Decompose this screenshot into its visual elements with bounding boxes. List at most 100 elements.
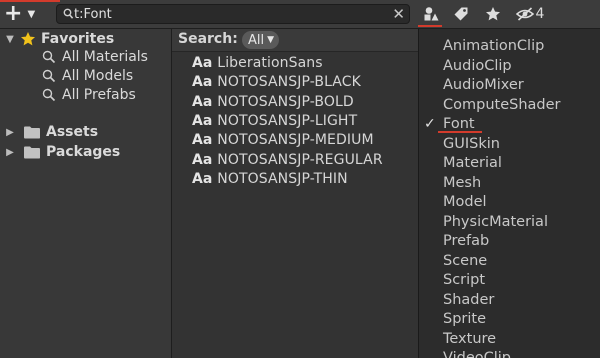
font-asset-name: NOTOSANSJP-THIN: [217, 170, 348, 187]
hidden-packages-count: 4: [535, 6, 545, 22]
expand-arrow-right-icon[interactable]: ▶: [4, 147, 16, 158]
search-by-label-button[interactable]: [448, 2, 474, 26]
type-option-label: GUISkin: [443, 136, 500, 152]
type-option-sprite[interactable]: Sprite: [419, 310, 600, 329]
font-asset-icon: Aa: [192, 151, 213, 168]
expand-arrow-right-icon[interactable]: ▶: [4, 127, 16, 138]
font-asset-item[interactable]: Aa LiberationSans: [192, 53, 323, 72]
favorite-item-label: All Materials: [62, 49, 148, 65]
plus-icon: +: [4, 1, 23, 26]
search-field[interactable]: ✕: [56, 4, 410, 24]
type-option-model[interactable]: Model: [419, 193, 600, 212]
type-option-audiomixer[interactable]: AudioMixer: [419, 76, 600, 95]
font-asset-name: NOTOSANSJP-LIGHT: [217, 112, 358, 129]
type-option-texture[interactable]: Texture: [419, 330, 600, 349]
font-asset-icon: Aa: [192, 170, 213, 187]
tag-icon: [454, 7, 468, 21]
font-asset-icon: Aa: [192, 73, 213, 90]
tree-item-label: Packages: [46, 144, 121, 160]
checkmark-icon: ✓: [424, 116, 436, 132]
font-asset-icon: Aa: [192, 112, 213, 129]
search-scope-bar: Search: All ▼: [172, 29, 418, 52]
type-option-label: AudioClip: [443, 58, 512, 74]
type-option-guiskin[interactable]: GUISkin: [419, 135, 600, 154]
font-asset-item[interactable]: Aa NOTOSANSJP-THIN: [192, 169, 348, 188]
folder-icon: [24, 146, 40, 158]
font-asset-icon: Aa: [192, 131, 213, 148]
favorite-item-label: All Models: [62, 68, 134, 84]
search-scope-dropdown[interactable]: All ▼: [242, 31, 280, 49]
search-scope-label: Search:: [178, 31, 238, 47]
folder-icon: [24, 126, 40, 138]
font-asset-name: LiberationSans: [217, 54, 323, 71]
font-asset-icon: Aa: [192, 93, 213, 110]
tree-item-favorites[interactable]: ▼ Favorites: [0, 29, 172, 49]
font-asset-item[interactable]: Aa NOTOSANSJP-LIGHT: [192, 111, 357, 130]
search-icon: [63, 8, 74, 19]
toolbar: + ▼ ✕ 4: [0, 0, 600, 29]
tree-item-assets[interactable]: ▶ Assets: [0, 122, 172, 142]
font-asset-item[interactable]: Aa NOTOSANSJP-BLACK: [192, 72, 361, 91]
font-asset-name: NOTOSANSJP-REGULAR: [217, 151, 383, 168]
font-asset-item[interactable]: Aa NOTOSANSJP-REGULAR: [192, 150, 383, 169]
type-option-computeshader[interactable]: ComputeShader: [419, 96, 600, 115]
font-asset-item[interactable]: Aa NOTOSANSJP-MEDIUM: [192, 130, 374, 149]
type-option-label: Sprite: [443, 311, 487, 327]
type-option-label: Script: [443, 272, 486, 288]
type-option-videoclip[interactable]: VideoClip: [419, 349, 600, 358]
type-option-mesh[interactable]: Mesh: [419, 174, 600, 193]
type-option-scene[interactable]: Scene: [419, 252, 600, 271]
favorite-item-all-prefabs[interactable]: All Prefabs: [0, 85, 172, 105]
search-by-type-button[interactable]: [418, 2, 444, 26]
type-option-label: Model: [443, 194, 487, 210]
eye-crossed-icon: [515, 7, 534, 21]
search-icon: [42, 69, 56, 83]
chevron-down-icon: ▼: [267, 35, 275, 45]
favorite-item-all-materials[interactable]: All Materials: [0, 47, 172, 67]
hidden-packages-toggle[interactable]: 4: [512, 2, 548, 26]
type-option-material[interactable]: Material: [419, 154, 600, 173]
font-asset-icon: Aa: [192, 54, 213, 71]
type-option-shader[interactable]: Shader: [419, 291, 600, 310]
type-option-label: AudioMixer: [443, 77, 524, 93]
type-option-label: AnimationClip: [443, 38, 545, 54]
search-scope-value: All: [248, 32, 265, 48]
type-filter-highlight: [418, 25, 442, 27]
selected-type-highlight: [438, 131, 482, 133]
shapes-filter-icon: [424, 7, 439, 21]
tree-item-label: Favorites: [41, 31, 115, 47]
type-option-prefab[interactable]: Prefab: [419, 232, 600, 251]
type-option-label: Mesh: [443, 175, 482, 191]
tree-item-packages[interactable]: ▶ Packages: [0, 142, 172, 162]
type-option-label: Prefab: [443, 233, 490, 249]
font-asset-name: NOTOSANSJP-MEDIUM: [217, 131, 374, 148]
font-asset-item[interactable]: Aa NOTOSANSJP-BOLD: [192, 92, 354, 111]
star-icon: [486, 7, 500, 21]
favorite-item-label: All Prefabs: [62, 87, 136, 103]
type-option-label: PhysicMaterial: [443, 214, 548, 230]
folder-tree-panel: ▼ Favorites All Materials All Models All…: [0, 29, 172, 358]
favorite-item-all-models[interactable]: All Models: [0, 66, 172, 86]
type-option-label: ComputeShader: [443, 97, 561, 113]
type-option-physicmaterial[interactable]: PhysicMaterial: [419, 213, 600, 232]
type-option-script[interactable]: Script: [419, 271, 600, 290]
type-option-label: Shader: [443, 292, 495, 308]
type-option-label: Scene: [443, 253, 488, 269]
search-icon: [42, 88, 56, 102]
font-asset-name: NOTOSANSJP-BOLD: [217, 93, 354, 110]
font-asset-name: NOTOSANSJP-BLACK: [217, 73, 361, 90]
search-input[interactable]: [74, 5, 374, 23]
type-option-animationclip[interactable]: AnimationClip: [419, 37, 600, 56]
expand-arrow-down-icon[interactable]: ▼: [4, 34, 16, 45]
star-icon: [21, 32, 35, 46]
type-option-label: VideoClip: [443, 350, 512, 358]
tree-item-label: Assets: [46, 124, 99, 140]
clear-search-button[interactable]: ✕: [392, 5, 405, 23]
search-results-panel: Search: All ▼ Aa LiberationSans Aa NOTOS…: [172, 29, 418, 358]
type-option-label: Texture: [443, 331, 497, 347]
type-option-audioclip[interactable]: AudioClip: [419, 57, 600, 76]
type-filter-dropdown: AnimationClip AudioClip AudioMixer Compu…: [418, 29, 600, 358]
search-icon: [42, 50, 56, 64]
save-search-favorite-button[interactable]: [478, 2, 508, 26]
create-asset-button[interactable]: + ▼: [4, 1, 46, 26]
